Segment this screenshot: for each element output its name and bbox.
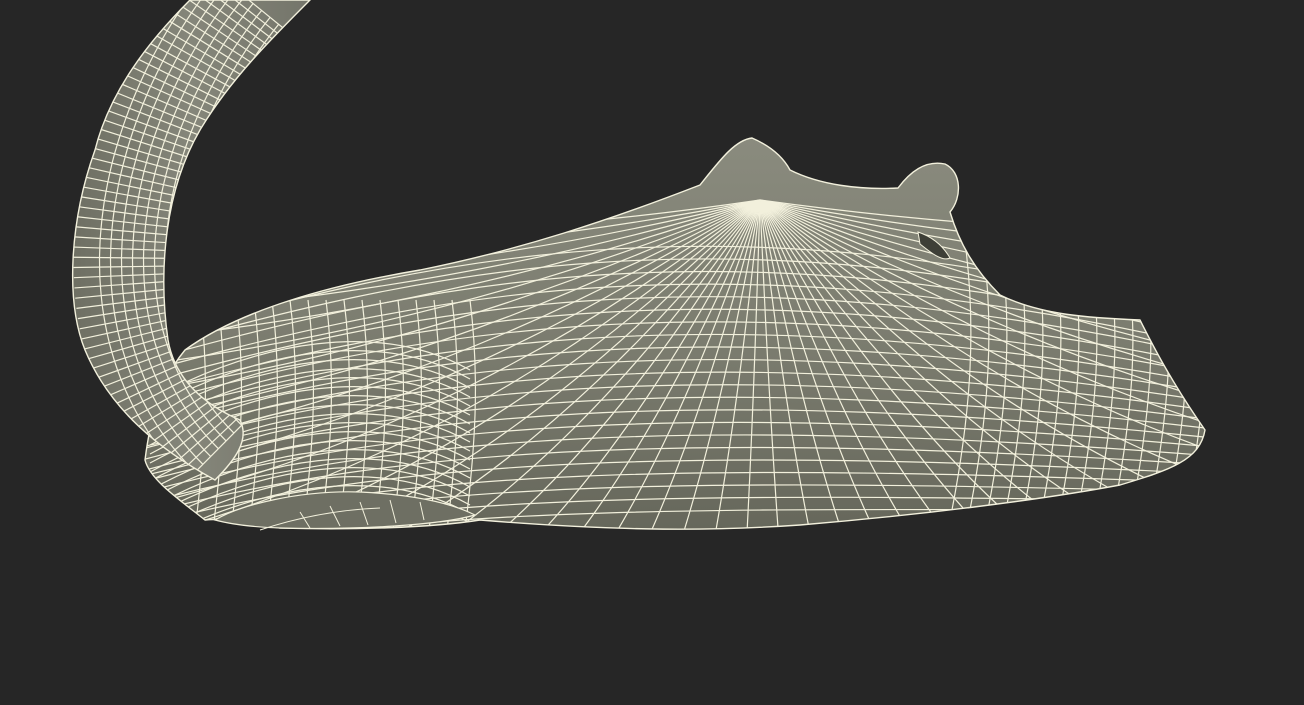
stingray-wireframe-render [71,0,1206,531]
render-viewport[interactable] [0,0,1304,705]
